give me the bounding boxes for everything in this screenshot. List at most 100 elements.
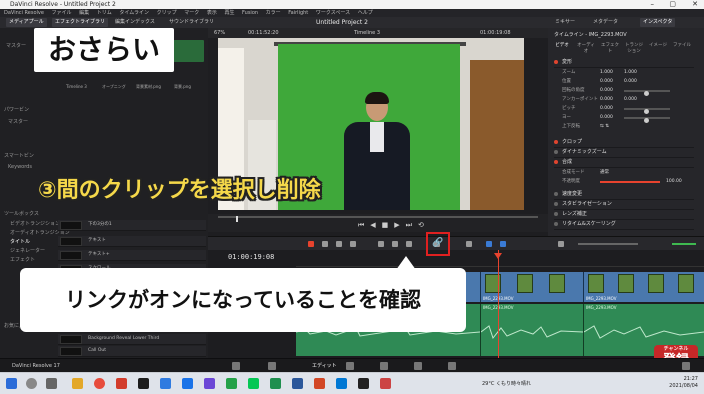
scrubber-head[interactable] bbox=[236, 216, 238, 222]
replace-clip-icon[interactable] bbox=[406, 241, 412, 247]
flip-icons[interactable]: ⇆ ⇅ bbox=[600, 123, 609, 131]
section-enabled-dot[interactable] bbox=[554, 191, 558, 196]
tab-file[interactable]: ファイル bbox=[672, 42, 692, 48]
cut-page-icon[interactable] bbox=[268, 362, 276, 370]
tab-video[interactable]: ビデオ bbox=[552, 42, 572, 48]
app-icon[interactable] bbox=[116, 378, 127, 389]
param-value[interactable]: 0.000 bbox=[600, 87, 613, 95]
menu-item[interactable]: 表示 bbox=[207, 10, 217, 16]
fx-category[interactable]: タイトル bbox=[10, 238, 30, 245]
param-slider[interactable] bbox=[624, 117, 670, 123]
deliver-page-icon[interactable] bbox=[448, 362, 456, 370]
selection-tool-icon[interactable] bbox=[308, 241, 314, 247]
home-icon[interactable] bbox=[682, 362, 690, 370]
fx-item[interactable]: テキスト+ bbox=[58, 250, 206, 261]
zoom-slider[interactable] bbox=[578, 243, 638, 245]
weather-widget[interactable]: 29°C くもり時々晴れ bbox=[482, 380, 531, 387]
system-clock[interactable]: 21:27 2021/08/04 bbox=[669, 376, 698, 390]
app-icon[interactable] bbox=[182, 378, 193, 389]
menu-item[interactable]: タイムライン bbox=[119, 10, 149, 16]
param-rotation[interactable]: 回転の角度 0.000 bbox=[562, 87, 690, 96]
param-value[interactable]: 0.000 bbox=[600, 114, 613, 122]
menu-item[interactable]: マーク bbox=[184, 10, 199, 16]
edit-page-tab[interactable]: エディット bbox=[312, 359, 337, 373]
menu-item[interactable]: クリップ bbox=[157, 10, 177, 16]
insert-clip-icon[interactable] bbox=[378, 241, 384, 247]
toolbox-label[interactable]: ツールボックス bbox=[4, 210, 39, 217]
menu-item[interactable]: トリム bbox=[97, 10, 112, 16]
powerpoint-icon[interactable] bbox=[314, 378, 325, 389]
param-anchor[interactable]: アンカーポイント 0.000 0.000 bbox=[562, 96, 690, 104]
tab-image[interactable]: イメージ bbox=[648, 42, 668, 48]
opacity-value[interactable]: 100.00 bbox=[666, 178, 682, 186]
param-slider[interactable] bbox=[624, 108, 670, 114]
section-composite[interactable]: 合成 bbox=[554, 158, 694, 168]
viewer-scrubber[interactable] bbox=[218, 216, 538, 222]
mixer-button[interactable]: ミキサー bbox=[552, 18, 578, 27]
menu-item[interactable]: Fairlight bbox=[288, 10, 308, 16]
param-value-y[interactable]: 1.000 bbox=[624, 69, 637, 77]
section-speed[interactable]: 速度変更 bbox=[554, 190, 694, 200]
inspector-button[interactable]: インスペクタ bbox=[640, 18, 676, 27]
param-value-x[interactable]: 0.000 bbox=[600, 96, 613, 104]
fx-item[interactable]: 下の3分の1 bbox=[58, 220, 206, 231]
minimize-icon[interactable]: – bbox=[651, 0, 655, 9]
fx-item[interactable]: Call Out bbox=[58, 346, 206, 357]
section-enabled-dot[interactable] bbox=[554, 221, 558, 226]
blade-tool-icon[interactable] bbox=[350, 241, 356, 247]
section-enabled-dot[interactable] bbox=[554, 149, 558, 154]
marker-icon[interactable] bbox=[500, 241, 506, 247]
param-pitch[interactable]: ピッチ 0.000 bbox=[562, 105, 690, 114]
param-zoom[interactable]: ズーム 1.000 1.000 bbox=[562, 69, 690, 77]
audio-clip[interactable]: IMG_2293.MOV bbox=[481, 304, 584, 356]
transport-icons[interactable]: ⏮◀■▶⏭⟲ bbox=[358, 221, 430, 230]
section-lens[interactable]: レンズ補正 bbox=[554, 210, 694, 220]
fusion-page-icon[interactable] bbox=[346, 362, 354, 370]
param-opacity[interactable]: 不透明度 100.00 bbox=[562, 178, 690, 186]
section-crop[interactable]: クロップ bbox=[554, 138, 694, 148]
param-yaw[interactable]: ヨー 0.000 bbox=[562, 114, 690, 123]
composite-mode-select[interactable]: 通常 bbox=[600, 169, 609, 177]
param-value-x[interactable]: 1.000 bbox=[600, 69, 613, 77]
close-icon[interactable]: ✕ bbox=[692, 0, 698, 9]
windows-start-icon[interactable] bbox=[6, 378, 17, 389]
task-view-icon[interactable] bbox=[46, 378, 57, 389]
power-bins-master[interactable]: マスター bbox=[8, 118, 28, 125]
param-value-y[interactable]: 0.000 bbox=[624, 78, 637, 86]
menu-item[interactable]: 再生 bbox=[224, 10, 234, 16]
position-lock-icon[interactable] bbox=[466, 241, 472, 247]
fx-category[interactable]: ジェネレーター bbox=[10, 247, 45, 254]
param-value-x[interactable]: 0.000 bbox=[600, 78, 613, 86]
param-composite-mode[interactable]: 合成モード 通常 bbox=[562, 169, 690, 177]
video-clip[interactable]: IMG_2293.MOV bbox=[584, 272, 704, 302]
param-flip[interactable]: 上下反転 ⇆ ⇅ bbox=[562, 123, 690, 131]
zoom-full-icon[interactable] bbox=[558, 241, 564, 247]
timeline-name[interactable]: Timeline 3 bbox=[354, 28, 380, 38]
section-stabilization[interactable]: スタビライゼーション bbox=[554, 200, 694, 210]
maximize-icon[interactable]: ▢ bbox=[669, 0, 676, 9]
app-icon[interactable] bbox=[380, 378, 391, 389]
section-enabled-dot[interactable] bbox=[554, 201, 558, 206]
param-position[interactable]: 位置 0.000 0.000 bbox=[562, 78, 690, 86]
search-icon[interactable] bbox=[26, 378, 37, 389]
menu-item[interactable]: 編集 bbox=[79, 10, 89, 16]
menu-item[interactable]: カラー bbox=[266, 10, 281, 16]
playhead[interactable] bbox=[498, 250, 499, 358]
master-bin[interactable]: マスター bbox=[6, 42, 26, 49]
fx-category[interactable]: エフェクト bbox=[10, 256, 35, 263]
app-icon[interactable] bbox=[160, 378, 171, 389]
zoom-level[interactable]: 67% bbox=[214, 28, 225, 38]
param-value-y[interactable]: 0.000 bbox=[624, 96, 637, 104]
menu-item[interactable]: Fusion bbox=[242, 10, 258, 16]
app-icon[interactable] bbox=[358, 378, 369, 389]
volume-slider[interactable] bbox=[672, 243, 696, 245]
bg-png-thumbnail[interactable] bbox=[170, 40, 204, 62]
fairlight-page-icon[interactable] bbox=[414, 362, 422, 370]
opacity-slider[interactable] bbox=[600, 181, 660, 183]
fx-item[interactable]: テキスト bbox=[58, 236, 206, 247]
trim-tool-icon[interactable] bbox=[322, 241, 328, 247]
tab-effects[interactable]: エフェクト bbox=[600, 42, 620, 54]
section-enabled-dot[interactable] bbox=[554, 211, 558, 216]
media-page-icon[interactable] bbox=[232, 362, 240, 370]
word-icon[interactable] bbox=[292, 378, 303, 389]
